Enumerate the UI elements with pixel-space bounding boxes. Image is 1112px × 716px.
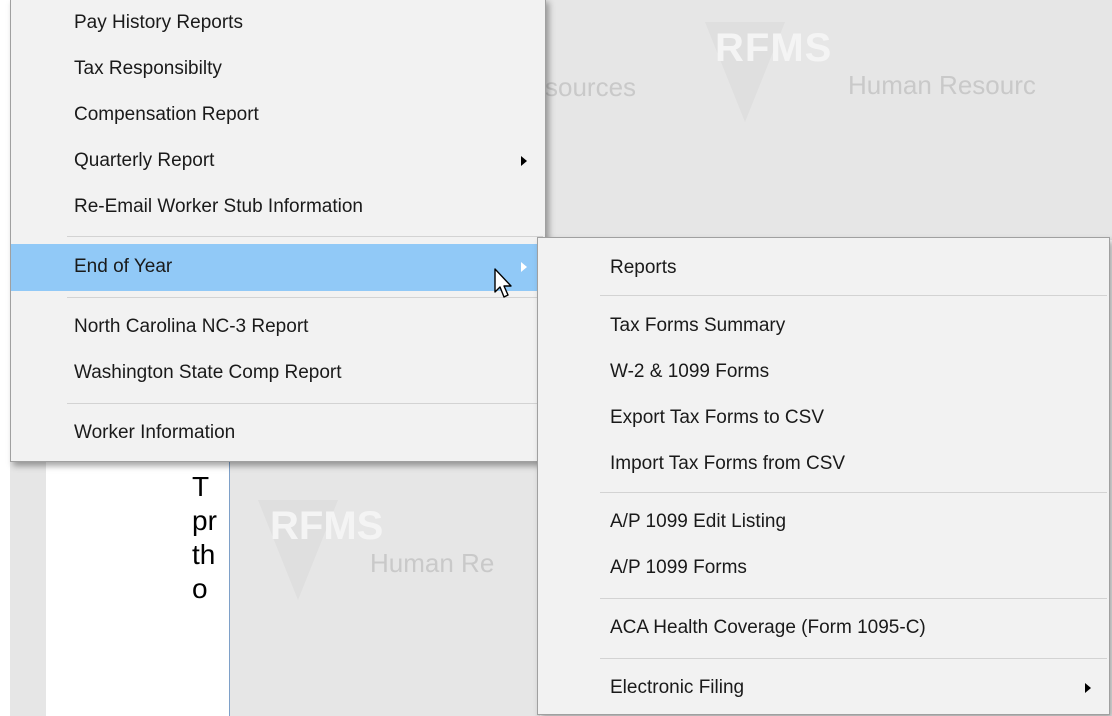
menu-item-label: Pay History Reports	[74, 12, 243, 33]
menu-item-label: End of Year	[74, 256, 173, 277]
menu-item-label: Export Tax Forms to CSV	[610, 407, 824, 428]
menu-item-compensation-report[interactable]: Compensation Report	[11, 95, 545, 135]
menu-item-quarterly-report[interactable]: Quarterly Report	[11, 141, 545, 181]
menu-separator	[600, 658, 1107, 659]
menu-item-label: Tax Forms Summary	[610, 315, 786, 336]
end-of-year-submenu: Reports Tax Forms Summary W-2 & 1099 For…	[537, 237, 1110, 715]
menu-separator	[600, 598, 1107, 599]
submenu-arrow-icon	[1085, 683, 1091, 693]
watermark-subtitle: Human Resourc	[848, 70, 1036, 100]
document-body-text: T pr th o	[192, 470, 228, 606]
menu-item-label: Washington State Comp Report	[74, 362, 342, 383]
submenu-arrow-icon	[521, 262, 527, 272]
menu-item-re-email-worker-stub[interactable]: Re-Email Worker Stub Information	[11, 187, 545, 227]
submenu-arrow-icon	[521, 156, 527, 166]
submenu-item-aca-health-coverage[interactable]: ACA Health Coverage (Form 1095-C)	[538, 608, 1109, 648]
menu-separator	[67, 403, 543, 404]
menu-item-label: Worker Information	[74, 422, 236, 443]
menu-item-nc-3-report[interactable]: North Carolina NC-3 Report	[11, 307, 545, 347]
menu-item-label: Compensation Report	[74, 104, 259, 125]
submenu-item-w2-1099-forms[interactable]: W-2 & 1099 Forms	[538, 352, 1109, 392]
watermark-logo: RFMS	[270, 504, 384, 548]
left-gray-panel	[10, 460, 46, 716]
menu-separator	[600, 295, 1107, 296]
submenu-item-export-tax-forms-csv[interactable]: Export Tax Forms to CSV	[538, 398, 1109, 438]
watermark-panel-top: RFMS sources Human Resourc	[545, 0, 1112, 240]
menu-item-label: Quarterly Report	[74, 150, 215, 171]
submenu-item-import-tax-forms-csv[interactable]: Import Tax Forms from CSV	[538, 444, 1109, 484]
submenu-item-tax-forms-summary[interactable]: Tax Forms Summary	[538, 306, 1109, 346]
watermark-partial-text: sources	[545, 72, 637, 102]
menu-item-label: Import Tax Forms from CSV	[610, 453, 846, 474]
menu-item-end-of-year[interactable]: End of Year	[11, 244, 545, 291]
watermark-panel-bottom: RFMS Human Re	[230, 460, 540, 716]
menu-item-label: Tax Responsibilty	[74, 58, 222, 79]
menu-item-pay-history-reports[interactable]: Pay History Reports	[11, 3, 545, 43]
body-text-line: o	[192, 573, 208, 604]
menu-separator	[67, 236, 543, 237]
body-text-line: T	[192, 471, 210, 502]
menu-item-label: A/P 1099 Edit Listing	[610, 511, 787, 532]
menu-item-label: Electronic Filing	[610, 677, 745, 698]
watermark-subtitle: Human Re	[370, 548, 495, 578]
menu-item-label: Re-Email Worker Stub Information	[74, 196, 363, 217]
submenu-item-ap-1099-forms[interactable]: A/P 1099 Forms	[538, 548, 1109, 588]
body-text-line: th	[192, 539, 216, 570]
menu-item-worker-information[interactable]: Worker Information	[11, 413, 545, 453]
menu-item-label: ACA Health Coverage (Form 1095-C)	[610, 617, 926, 638]
menu-item-tax-responsibility[interactable]: Tax Responsibilty	[11, 49, 545, 89]
submenu-item-electronic-filing[interactable]: Electronic Filing	[538, 668, 1109, 708]
watermark-logo: RFMS	[715, 26, 833, 70]
submenu-item-reports[interactable]: Reports	[538, 248, 1109, 288]
reports-menu: Pay History Reports Tax Responsibilty Co…	[10, 0, 546, 462]
menu-item-label: W-2 & 1099 Forms	[610, 361, 770, 382]
menu-separator	[600, 492, 1107, 493]
menu-item-washington-comp-report[interactable]: Washington State Comp Report	[11, 353, 545, 393]
document-edge-line	[229, 460, 230, 716]
menu-item-label: A/P 1099 Forms	[610, 557, 747, 578]
mouse-pointer-icon	[494, 268, 512, 298]
submenu-item-ap-1099-edit-listing[interactable]: A/P 1099 Edit Listing	[538, 502, 1109, 542]
menu-item-label: North Carolina NC-3 Report	[74, 316, 309, 337]
menu-separator	[67, 297, 543, 298]
menu-item-label: Reports	[610, 257, 677, 278]
body-text-line: pr	[192, 505, 217, 536]
